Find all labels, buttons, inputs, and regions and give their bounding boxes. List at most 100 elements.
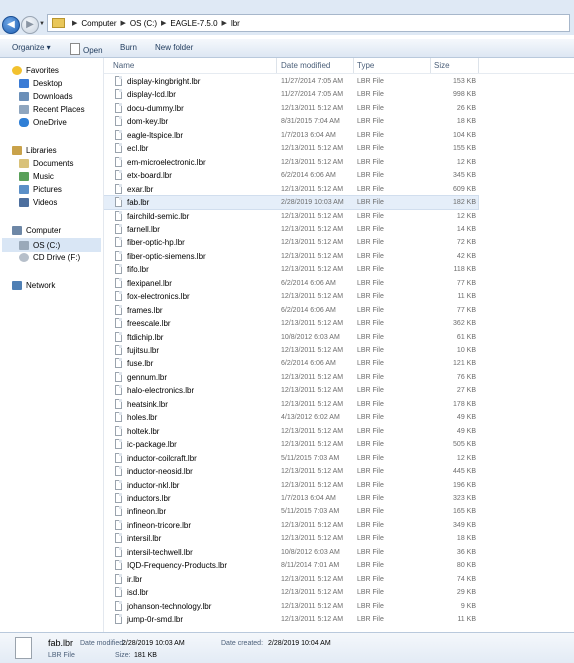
file-type: LBR File bbox=[357, 320, 384, 328]
nav-videos[interactable]: Videos bbox=[19, 198, 57, 207]
file-type: LBR File bbox=[357, 373, 384, 381]
column-header-size[interactable]: Size bbox=[434, 58, 450, 73]
file-name: fuse.lbr bbox=[127, 359, 154, 369]
burn-button[interactable]: Burn bbox=[120, 43, 137, 52]
file-row[interactable]: infineon.lbr 5/11/2015 7:03 AM LBR File 165… bbox=[104, 505, 478, 518]
chevron-right-icon[interactable]: ▶ bbox=[72, 19, 77, 27]
column-header-name[interactable]: Name bbox=[113, 58, 134, 73]
file-row[interactable]: fiber-optic-hp.lbr 12/13/2011 5:12 AM LBR … bbox=[104, 236, 478, 249]
file-type: LBR File bbox=[357, 212, 384, 220]
nav-network[interactable]: Network bbox=[12, 281, 55, 290]
file-row[interactable]: holes.lbr 4/13/2012 6:02 AM LBR File 49 KB bbox=[104, 411, 478, 424]
nav-documents[interactable]: Documents bbox=[19, 159, 73, 168]
file-row[interactable]: intersil-techwell.lbr 10/8/2012 6:03 AM LB… bbox=[104, 546, 478, 559]
file-row[interactable]: inductor-coilcraft.lbr 5/11/2015 7:03 AM L… bbox=[104, 452, 478, 465]
breadcrumb-eagle[interactable]: EAGLE-7.5.0 bbox=[170, 19, 217, 28]
chevron-right-icon[interactable]: ▶ bbox=[222, 19, 227, 27]
recent-pages-dropdown-icon[interactable]: ▼ bbox=[39, 21, 45, 27]
breadcrumb-os[interactable]: OS (C:) bbox=[130, 19, 157, 28]
file-icon bbox=[115, 170, 122, 181]
open-button[interactable]: Open bbox=[70, 43, 103, 55]
file-row[interactable]: ic-package.lbr 12/13/2011 5:12 AM LBR File… bbox=[104, 438, 478, 451]
organize-button[interactable]: Organize ▾ bbox=[12, 43, 51, 52]
file-row[interactable]: ir.lbr 12/13/2011 5:12 AM LBR File 74 KB bbox=[104, 573, 478, 586]
file-row[interactable]: exar.lbr 12/13/2011 5:12 AM LBR File 609 KB bbox=[104, 183, 478, 196]
file-row[interactable]: halo-electronics.lbr 12/13/2011 5:12 AM LB… bbox=[104, 384, 478, 397]
file-row[interactable]: IQD-Frequency-Products.lbr 8/11/2014 7:01… bbox=[104, 559, 478, 572]
file-row[interactable]: heatsink.lbr 12/13/2011 5:12 AM LBR File 17… bbox=[104, 398, 478, 411]
open-label: Open bbox=[83, 46, 103, 55]
file-row[interactable]: docu-dummy.lbr 12/13/2011 5:12 AM LBR File… bbox=[104, 102, 478, 115]
file-name: gennum.lbr bbox=[127, 372, 168, 382]
file-row[interactable]: dom-key.lbr 8/31/2015 7:04 AM LBR File 18 K… bbox=[104, 115, 478, 128]
file-type: LBR File bbox=[357, 602, 384, 610]
file-row[interactable]: inductor-nkl.lbr 12/13/2011 5:12 AM LBR Fi… bbox=[104, 479, 478, 492]
new-folder-button[interactable]: New folder bbox=[155, 43, 193, 52]
column-header-date[interactable]: Date modified bbox=[281, 58, 330, 73]
file-row[interactable]: display-lcd.lbr 11/27/2014 7:05 AM LBR Fil… bbox=[104, 88, 478, 101]
back-button[interactable]: ◀ bbox=[2, 16, 20, 34]
file-row[interactable]: ecl.lbr 12/13/2011 5:12 AM LBR File 155 KB bbox=[104, 142, 478, 155]
file-row[interactable]: farnell.lbr 12/13/2011 5:12 AM LBR File 14 … bbox=[104, 223, 478, 236]
forward-button[interactable]: ▶ bbox=[21, 16, 39, 34]
file-row[interactable]: fuse.lbr 6/2/2014 6:06 AM LBR File 121 KB bbox=[104, 357, 478, 370]
file-row[interactable]: gennum.lbr 12/13/2011 5:12 AM LBR File 76 K… bbox=[104, 371, 478, 384]
file-row[interactable]: ftdichip.lbr 10/8/2012 6:03 AM LBR File 61 … bbox=[104, 331, 478, 344]
file-row[interactable]: fab.lbr 2/28/2019 10:03 AM LBR File 182 KB bbox=[104, 195, 479, 211]
file-type: LBR File bbox=[357, 494, 384, 502]
nav-favorites[interactable]: Favorites bbox=[12, 66, 59, 75]
file-row[interactable]: holtek.lbr 12/13/2011 5:12 AM LBR File 49 K… bbox=[104, 425, 478, 438]
file-row[interactable]: etx-board.lbr 6/2/2014 6:06 AM LBR File 345… bbox=[104, 169, 478, 182]
nav-onedrive[interactable]: OneDrive bbox=[19, 118, 67, 127]
navigation-pane: Favorites Desktop Downloads Recent Place… bbox=[0, 58, 104, 632]
file-row[interactable]: fiber-optic-siemens.lbr 12/13/2011 5:12 A… bbox=[104, 250, 478, 263]
nav-recent-places[interactable]: Recent Places bbox=[19, 105, 85, 114]
nav-cd-drive[interactable]: CD Drive (F:) bbox=[19, 253, 80, 262]
file-row[interactable]: isd.lbr 12/13/2011 5:12 AM LBR File 29 KB bbox=[104, 586, 478, 599]
chevron-right-icon[interactable]: ▶ bbox=[121, 19, 126, 27]
nav-desktop[interactable]: Desktop bbox=[19, 79, 62, 88]
file-type: LBR File bbox=[357, 239, 384, 247]
nav-pictures[interactable]: Pictures bbox=[19, 185, 62, 194]
file-row[interactable]: fifo.lbr 12/13/2011 5:12 AM LBR File 118 KB bbox=[104, 263, 478, 276]
file-date-modified: 1/7/2013 6:04 AM bbox=[281, 131, 336, 139]
breadcrumb-computer[interactable]: Computer bbox=[81, 19, 116, 28]
column-header-type[interactable]: Type bbox=[357, 58, 374, 73]
file-row[interactable]: jump-0r-smd.lbr 12/13/2011 5:12 AM LBR Fil… bbox=[104, 613, 478, 626]
file-row[interactable]: intersil.lbr 12/13/2011 5:12 AM LBR File 18… bbox=[104, 532, 478, 545]
nav-computer[interactable]: Computer bbox=[12, 226, 61, 235]
column-divider[interactable] bbox=[276, 58, 277, 73]
column-divider[interactable] bbox=[353, 58, 354, 73]
nav-libraries[interactable]: Libraries bbox=[12, 146, 57, 155]
file-size: 12 KB bbox=[456, 454, 476, 462]
breadcrumb-lbr[interactable]: lbr bbox=[231, 19, 240, 28]
file-row[interactable]: em-microelectronic.lbr 12/13/2011 5:12 AM… bbox=[104, 156, 478, 169]
file-row[interactable]: fox-electronics.lbr 12/13/2011 5:12 AM LBR… bbox=[104, 290, 478, 303]
breadcrumb[interactable]: ▶ Computer ▶ OS (C:) ▶ EAGLE-7.5.0 ▶ lbr bbox=[47, 14, 570, 32]
file-row[interactable]: fairchild-semic.lbr 12/13/2011 5:12 AM LBR… bbox=[104, 210, 478, 223]
file-row[interactable]: eagle-ltspice.lbr 1/7/2013 6:04 AM LBR Fil… bbox=[104, 129, 478, 142]
file-row[interactable]: display-kingbright.lbr 11/27/2014 7:05 AM… bbox=[104, 75, 478, 88]
column-divider[interactable] bbox=[430, 58, 431, 73]
file-name: infineon-tricore.lbr bbox=[127, 520, 192, 530]
nav-music[interactable]: Music bbox=[19, 172, 54, 181]
file-name: eagle-ltspice.lbr bbox=[127, 130, 184, 140]
file-row[interactable]: inductor-neosid.lbr 12/13/2011 5:12 AM LBR… bbox=[104, 465, 478, 478]
file-row[interactable]: infineon-tricore.lbr 12/13/2011 5:12 AM LB… bbox=[104, 519, 478, 532]
file-row[interactable]: frames.lbr 6/2/2014 6:06 AM LBR File 77 KB bbox=[104, 304, 478, 317]
file-date-modified: 12/13/2011 5:12 AM bbox=[281, 320, 344, 328]
chevron-right-icon[interactable]: ▶ bbox=[161, 19, 166, 27]
file-date-modified: 2/28/2019 10:03 AM bbox=[281, 199, 344, 207]
file-row[interactable]: freescale.lbr 12/13/2011 5:12 AM LBR File 3… bbox=[104, 317, 478, 330]
file-type: LBR File bbox=[357, 172, 384, 180]
file-size: 18 KB bbox=[456, 535, 476, 543]
nav-os-drive[interactable]: OS (C:) bbox=[2, 238, 101, 252]
file-name: fairchild-semic.lbr bbox=[127, 211, 190, 221]
file-row[interactable]: inductors.lbr 1/7/2013 6:04 AM LBR File 323… bbox=[104, 492, 478, 505]
file-row[interactable]: johanson-technology.lbr 12/13/2011 5:12 A… bbox=[104, 600, 478, 613]
file-row[interactable]: flexipanel.lbr 6/2/2014 6:06 AM LBR File 77… bbox=[104, 277, 478, 290]
file-size: 80 KB bbox=[456, 562, 476, 570]
nav-downloads[interactable]: Downloads bbox=[19, 92, 73, 101]
column-divider[interactable] bbox=[478, 58, 479, 73]
file-row[interactable]: fujitsu.lbr 12/13/2011 5:12 AM LBR File 10 … bbox=[104, 344, 478, 357]
